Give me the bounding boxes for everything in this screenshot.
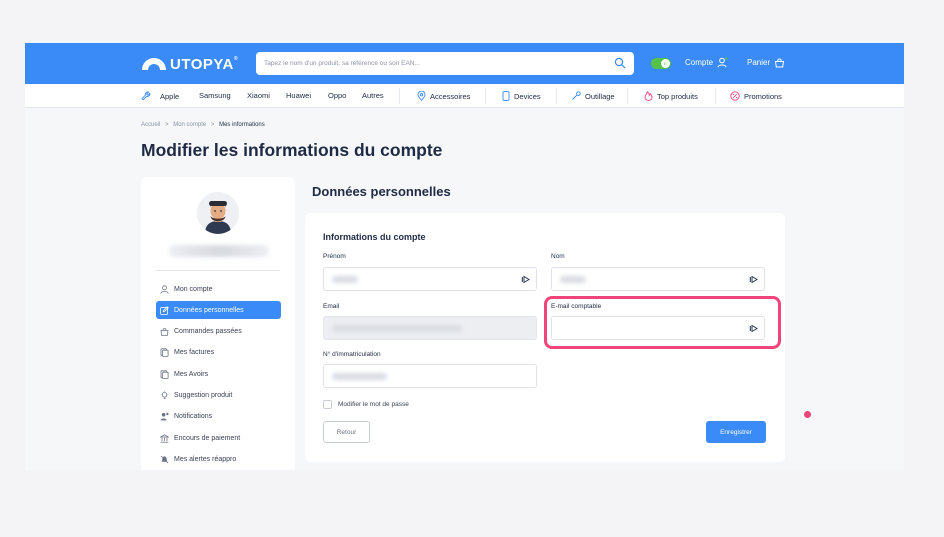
firstname-label: Prénom [323,253,346,260]
nav-divider [485,88,486,104]
category-nav: Apple Samsung Xiaomi Huawei Oppo Autres … [25,84,904,108]
nav-divider [627,88,628,104]
wrench-icon [141,91,151,101]
breadcrumb-home[interactable]: Accueil [141,122,160,128]
cursor-indicator-dot [804,411,811,418]
nav-item-promotions[interactable]: Promotions [730,91,782,101]
sidebar-item-encours[interactable]: Encours de paiement [156,429,281,447]
lastname-field[interactable] [551,267,765,291]
logo-text: UTOPYA® [170,55,239,73]
user-icon [717,57,728,68]
search-input[interactable] [264,55,604,72]
bank-icon [160,433,169,443]
save-button[interactable]: Enregistrer [706,421,766,443]
sidebar-item-commandes[interactable]: Commandes passées [156,323,281,341]
nav-item-autres[interactable]: Autres [362,91,384,100]
sidebar-item-factures[interactable]: Mes factures [156,344,281,362]
sidebar-divider [155,270,280,271]
invoice-icon [160,348,169,358]
registration-redacted [332,373,387,380]
sidebar-item-alertes[interactable]: Mes alertes réappro [156,450,281,468]
breadcrumb-separator: > [165,122,169,128]
sidebar-item-mon-compte[interactable]: Mon compte [156,280,281,298]
nav-divider [556,88,557,104]
edit-icon [160,306,169,315]
notification-user-icon [160,413,169,421]
account-label: Compte [685,58,714,67]
autofill-key-icon[interactable] [521,275,530,284]
account-link[interactable]: Compte [685,57,728,68]
avatar-image [197,192,239,234]
back-button[interactable]: Retour [323,421,370,443]
bell-off-icon [160,455,169,464]
nav-item-xiaomi[interactable]: Xiaomi [247,91,270,100]
account-menu: Mon compte Données personnelles Commande… [156,280,281,470]
shopping-bag-icon [160,328,169,336]
lightbulb-icon [160,391,169,399]
top-bar: UTOPYA® E Compte Panier [25,43,904,84]
accessory-pin-icon [417,91,426,101]
cart-link[interactable]: Panier [747,57,785,68]
nav-item-accessoires[interactable]: Accessoires [417,91,470,101]
nav-divider [715,88,716,104]
firstname-redacted [332,276,358,283]
accounting-email-highlight [544,296,781,349]
autofill-key-icon[interactable] [749,275,758,284]
mode-toggle[interactable]: E [651,58,671,69]
form-title: Informations du compte [323,232,426,242]
nav-divider [399,88,400,104]
sidebar-item-donnees-personnelles[interactable]: Données personnelles [156,301,281,320]
change-password-checkbox[interactable] [323,400,332,409]
search-icon[interactable] [614,57,626,69]
breadcrumb: Accueil > Mon compte > Mes informations [141,122,265,128]
user-icon [160,284,169,294]
avatar [197,192,239,234]
breadcrumb-separator: > [210,122,215,128]
phone-icon [502,91,510,101]
firstname-field[interactable] [323,267,537,291]
registration-field[interactable] [323,364,537,388]
section-title: Données personnelles [312,184,451,199]
email-label: Email [323,303,340,310]
nav-item-devices[interactable]: Devices [502,91,541,101]
logo[interactable]: UTOPYA® [141,55,238,73]
user-name-redacted [169,245,269,257]
tool-icon [572,91,581,100]
nav-item-top-produits[interactable]: Top produits [644,91,698,101]
nav-item-oppo[interactable]: Oppo [328,91,346,100]
credit-note-icon [160,370,169,379]
breadcrumb-account[interactable]: Mon compte [173,122,206,128]
discount-badge-icon [730,91,740,101]
nav-item-apple[interactable]: Apple [141,91,179,101]
sidebar-item-suggestion[interactable]: Suggestion produit [156,386,281,404]
logo-arch-icon [142,58,166,70]
search-bar[interactable] [256,52,634,75]
cart-label: Panier [747,58,771,67]
account-sidebar: Mon compte Données personnelles Commande… [141,177,295,470]
nav-item-huawei[interactable]: Huawei [286,91,311,100]
app-window: UTOPYA® E Compte Panier [25,43,904,470]
nav-item-samsung[interactable]: Samsung [199,91,231,100]
flame-icon [644,91,653,101]
registration-label: N° d'immatriculation [323,351,381,358]
email-redacted [332,325,462,332]
lastname-label: Nom [551,253,565,260]
cart-bag-icon [775,58,785,68]
breadcrumb-current: Mes informations [219,122,265,128]
email-field [323,316,537,340]
nav-item-outillage[interactable]: Outillage [571,91,615,101]
lastname-redacted [560,276,586,283]
toggle-knob: E [661,59,670,68]
sidebar-item-avoirs[interactable]: Mes Avoirs [156,365,281,383]
sidebar-item-notifications[interactable]: Notifications [156,408,281,426]
page-title: Modifier les informations du compte [141,140,443,160]
change-password-label[interactable]: Modifier le mot de passe [338,401,409,408]
